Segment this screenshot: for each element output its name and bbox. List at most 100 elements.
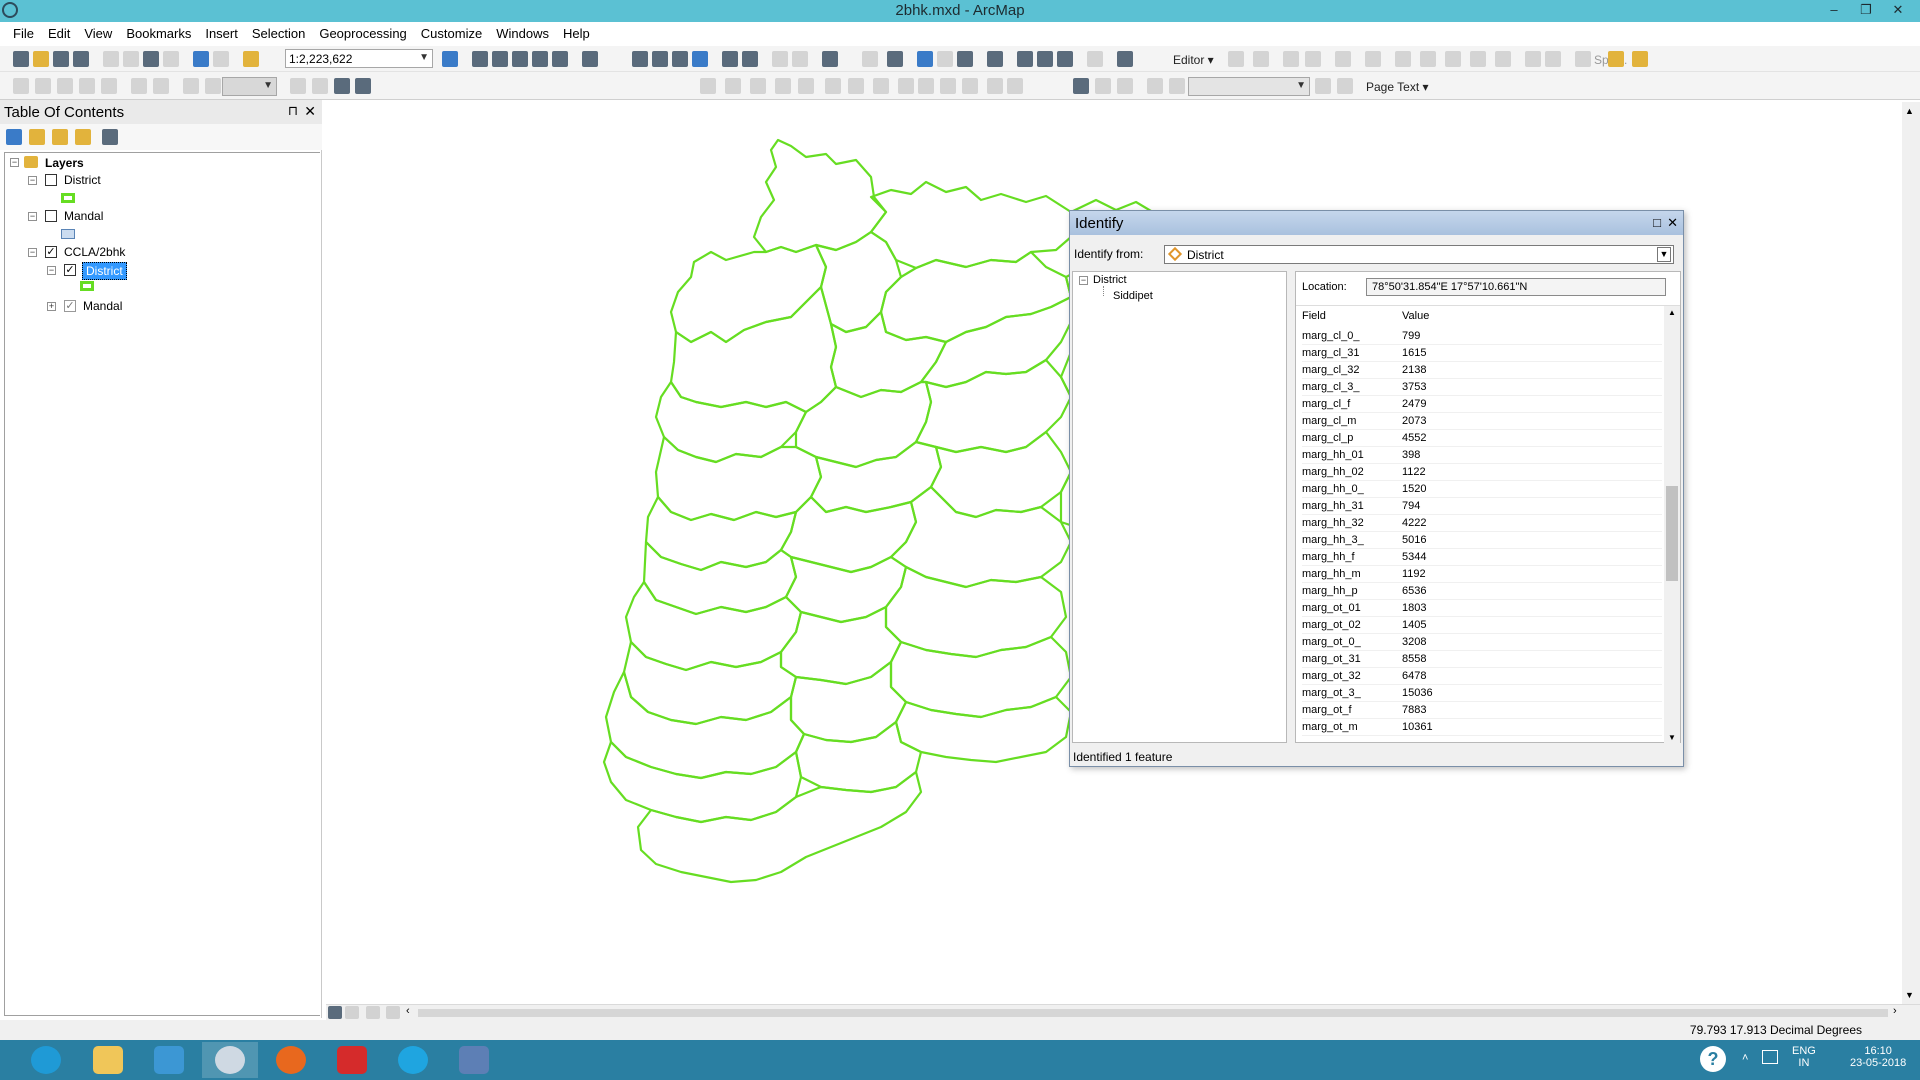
scroll-up-icon[interactable]: ▲ [1905,106,1914,116]
result-feature-siddipet[interactable]: Siddipet [1113,290,1153,302]
help-icon[interactable]: ? [1700,1046,1726,1072]
cut-polygons-icon[interactable] [1445,51,1461,67]
select-elements-icon[interactable] [887,51,903,67]
attribute-row[interactable]: marg_hh_31 794 [1302,498,1662,515]
georef-icon-11[interactable] [940,78,956,94]
focus-data-frame-icon[interactable] [312,78,328,94]
editor-toolbar-icon[interactable] [442,51,458,67]
edit-annotation-icon[interactable] [1253,51,1269,67]
hyperlink-icon[interactable] [937,51,953,67]
polygon-symbol-icon[interactable] [61,193,75,203]
menu-insert[interactable]: Insert [198,22,245,41]
attribute-row[interactable]: marg_ot_02 1405 [1302,617,1662,634]
toc-window-icon[interactable] [472,51,488,67]
attribute-row[interactable]: marg_ot_f 7883 [1302,702,1662,719]
menu-view[interactable]: View [77,22,119,41]
create-features-icon[interactable] [1608,51,1624,67]
endpoint-arc-icon[interactable] [1305,51,1321,67]
georef-icon-8[interactable] [873,78,889,94]
attribute-row[interactable]: marg_cl_f 2479 [1302,396,1662,413]
toggle-draft-mode-icon[interactable] [290,78,306,94]
add-data-icon[interactable] [243,51,259,67]
taskbar-skype[interactable] [385,1042,441,1078]
attribute-row[interactable]: marg_hh_m 1192 [1302,566,1662,583]
maximize-button[interactable]: ❐ [1852,0,1880,20]
attribute-row[interactable]: marg_hh_3_ 5016 [1302,532,1662,549]
straight-segment-icon[interactable] [1283,51,1299,67]
point-icon[interactable] [1365,51,1381,67]
go-forward-extent-icon[interactable] [205,78,221,94]
toc-close-icon[interactable]: ✕ [304,103,316,120]
menu-file[interactable]: File [6,22,41,41]
ddp-setup-icon[interactable] [1073,78,1089,94]
taskbar-app-3[interactable] [141,1042,197,1078]
customize-icon[interactable] [1632,51,1648,67]
delete-icon[interactable] [163,51,179,67]
map-scale-combo[interactable]: 1:2,223,622 ▼ [285,49,433,68]
fixed-zoom-out-icon[interactable] [742,51,758,67]
attribute-row[interactable]: marg_cl_32 2138 [1302,362,1662,379]
find-icon[interactable] [1017,51,1033,67]
list-by-visibility-icon[interactable] [52,129,68,145]
cut-icon[interactable] [103,51,119,67]
layer-mandal[interactable]: Mandal [64,209,103,223]
collapse-icon[interactable]: − [47,266,56,275]
attribute-row[interactable]: marg_hh_02 1122 [1302,464,1662,481]
split-tool-icon[interactable] [1470,51,1486,67]
georef-icon-10[interactable] [918,78,934,94]
menu-selection[interactable]: Selection [245,22,312,41]
georef-icon-4[interactable] [775,78,791,94]
find-route-icon[interactable] [1037,51,1053,67]
attribute-row[interactable]: marg_ot_32 6478 [1302,668,1662,685]
edit-vertices-icon[interactable] [1395,51,1411,67]
zoom-in-icon[interactable] [632,51,648,67]
taskbar-firefox[interactable] [263,1042,319,1078]
rotate-icon[interactable] [1495,51,1511,67]
scroll-right-icon[interactable]: › [1893,1005,1897,1017]
editor-menu[interactable]: Editor ▾ [1173,53,1214,67]
collapse-icon[interactable]: − [28,248,37,257]
layer-district[interactable]: District [64,173,101,187]
list-by-selection-icon[interactable] [75,129,91,145]
list-by-source-icon[interactable] [29,129,45,145]
taskbar-pdf[interactable] [324,1042,380,1078]
previous-page-icon[interactable] [1169,78,1185,94]
open-icon[interactable] [33,51,49,67]
save-icon[interactable] [53,51,69,67]
layer-visibility-checkbox[interactable]: ✓ [64,300,76,312]
viewer-window-icon[interactable] [1117,51,1133,67]
model-builder-icon[interactable] [582,51,598,67]
attribute-row[interactable]: marg_ot_0_ 3208 [1302,634,1662,651]
layout-zoom-in-icon[interactable] [13,78,29,94]
arctoolbox-icon[interactable] [532,51,548,67]
identify-close-icon[interactable]: ✕ [1667,215,1678,231]
data-view-icon[interactable] [328,1006,342,1019]
layer-district-selected[interactable]: District [82,262,127,280]
back-extent-icon[interactable] [772,51,788,67]
data-frame-layers[interactable]: Layers [45,156,84,170]
georef-icon-6[interactable] [825,78,841,94]
attribute-row[interactable]: marg_hh_01 398 [1302,447,1662,464]
attribute-row[interactable]: marg_cl_0_ 799 [1302,328,1662,345]
layout-zoom-out-icon[interactable] [35,78,51,94]
attribute-row[interactable]: marg_hh_32 4222 [1302,515,1662,532]
collapse-icon[interactable]: − [1079,276,1088,285]
close-button[interactable]: ✕ [1884,0,1912,20]
undo-icon[interactable] [193,51,209,67]
taskbar-app-8[interactable] [446,1042,502,1078]
list-by-drawing-order-icon[interactable] [6,129,22,145]
menu-bookmarks[interactable]: Bookmarks [119,22,198,41]
refresh-icon[interactable] [366,1006,380,1019]
georef-icon-7[interactable] [848,78,864,94]
group-visibility-checkbox[interactable]: ✓ [45,246,57,258]
minimize-button[interactable]: – [1820,0,1848,20]
layer-visibility-checkbox[interactable] [45,210,57,222]
go-back-extent-icon[interactable] [183,78,199,94]
search-window-icon[interactable] [512,51,528,67]
attributes-icon[interactable] [1525,51,1541,67]
split-icon[interactable] [1575,51,1591,67]
georef-icon-13[interactable] [987,78,1003,94]
zoom-out-icon[interactable] [652,51,668,67]
language-indicator[interactable]: ENG IN [1792,1045,1816,1069]
print-icon[interactable] [73,51,89,67]
